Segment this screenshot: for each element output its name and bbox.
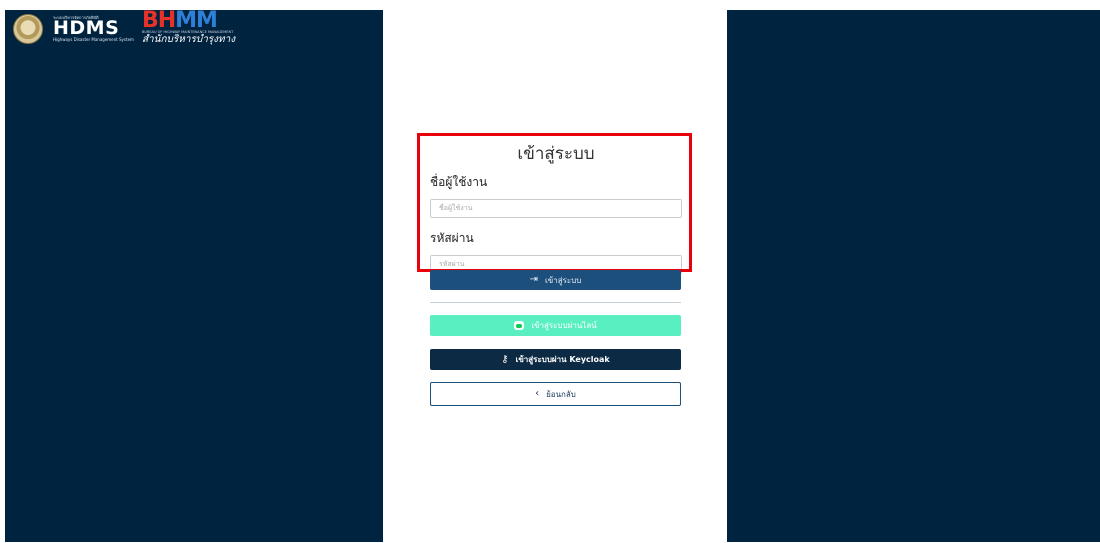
divider bbox=[430, 302, 681, 303]
highlight-box bbox=[417, 133, 692, 272]
keycloak-login-button-label: เข้าสู่ระบบผ่าน Keycloak bbox=[515, 355, 610, 364]
sign-in-icon: ⇥ bbox=[529, 274, 539, 285]
keycloak-login-button[interactable]: ⚷ เข้าสู่ระบบผ่าน Keycloak bbox=[430, 349, 681, 370]
left-panel: ระบบบริหารจัดการภัยพิบัติ HDMS Highways … bbox=[5, 10, 383, 542]
right-panel bbox=[727, 10, 1100, 542]
bhmm-logo-text: BHMM bbox=[141, 8, 218, 33]
bhmm-thai-name: สำนักบริหารบำรุงทาง bbox=[141, 34, 236, 45]
chevron-left-icon: ‹ bbox=[535, 388, 540, 399]
line-app-icon bbox=[514, 321, 525, 330]
department-seal-logo bbox=[13, 14, 43, 44]
back-button-label: ย้อนกลับ bbox=[546, 389, 576, 399]
key-icon: ⚷ bbox=[501, 353, 509, 365]
hdms-subtitle: Highways Disaster Management System bbox=[53, 37, 134, 42]
line-login-button[interactable]: เข้าสู่ระบบผ่านไลน์ bbox=[430, 315, 681, 336]
bhmm-logo: BHMM BUREAU OF HIGHWAY MAINTENANCE MANAG… bbox=[141, 8, 236, 46]
login-button-label: เข้าสู่ระบบ bbox=[545, 275, 582, 285]
login-button[interactable]: ⇥ เข้าสู่ระบบ bbox=[430, 270, 681, 290]
hdms-logo-text: HDMS bbox=[53, 17, 120, 39]
line-login-button-label: เข้าสู่ระบบผ่านไลน์ bbox=[531, 321, 597, 330]
back-button[interactable]: ‹ ย้อนกลับ bbox=[430, 382, 681, 406]
hdms-logo: ระบบบริหารจัดการภัยพิบัติ HDMS Highways … bbox=[53, 16, 134, 43]
header-logos: ระบบบริหารจัดการภัยพิบัติ HDMS Highways … bbox=[13, 8, 236, 46]
